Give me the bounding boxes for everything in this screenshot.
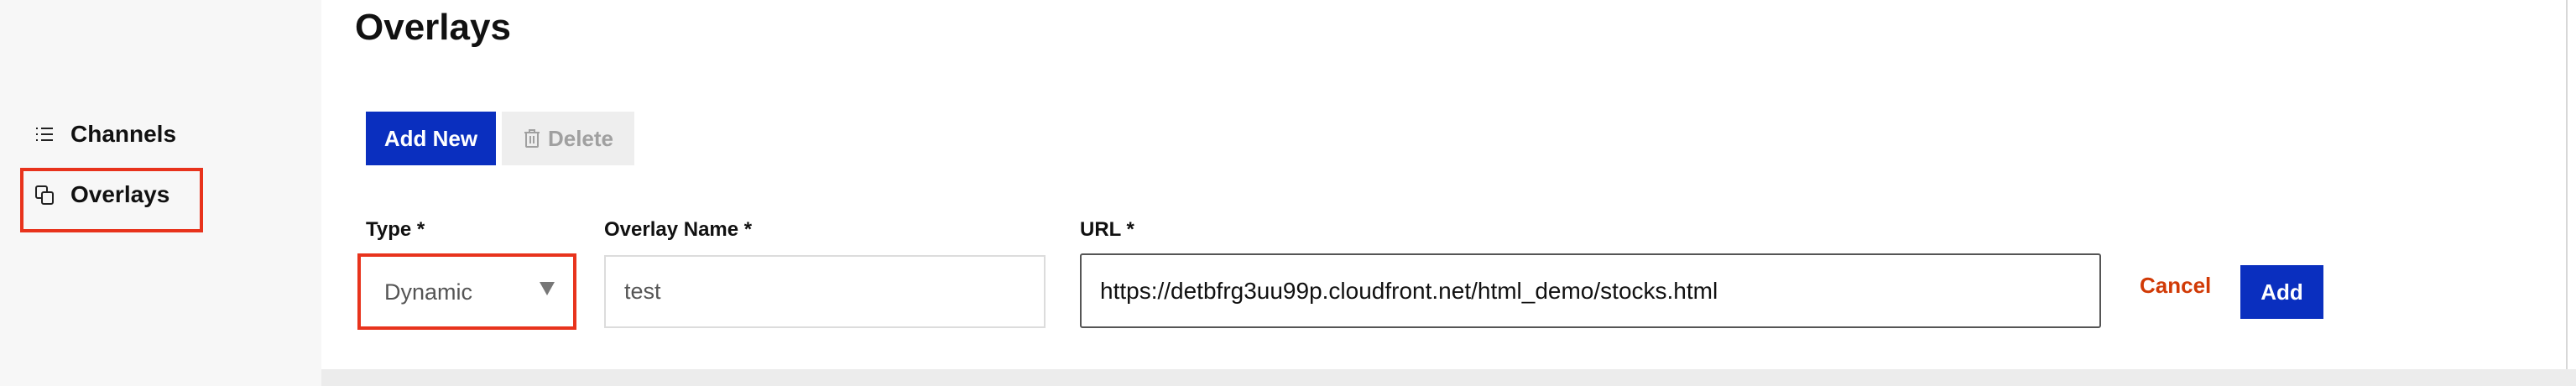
overlay-name-value: test (624, 279, 661, 304)
add-new-button[interactable]: Add New (366, 112, 496, 165)
sidebar: Channels Overlays (0, 0, 321, 386)
url-input[interactable]: https://detbfrg3uu99p.cloudfront.net/htm… (1080, 253, 2101, 328)
type-label: Type * (366, 218, 425, 241)
url-label: URL * (1080, 218, 1134, 241)
scrollbar[interactable] (2566, 0, 2576, 369)
footer-strip (321, 369, 2576, 386)
highlight-box (357, 253, 576, 330)
add-button[interactable]: Add (2240, 265, 2323, 319)
delete-label: Delete (547, 125, 614, 151)
list-icon (34, 123, 55, 145)
highlight-box (20, 168, 203, 232)
main-panel: Overlays Add New Delete Type * Overlay N… (321, 0, 2576, 369)
page-title: Overlays (355, 7, 511, 48)
delete-button[interactable]: Delete (502, 112, 634, 165)
overlay-name-input[interactable]: test (604, 255, 1046, 328)
sidebar-item-label: Channels (70, 121, 177, 147)
trash-icon (523, 128, 541, 149)
overlay-name-label: Overlay Name * (604, 218, 753, 241)
sidebar-item-channels[interactable]: Channels (34, 121, 176, 148)
url-value: https://detbfrg3uu99p.cloudfront.net/htm… (1100, 277, 1718, 304)
cancel-button[interactable]: Cancel (2140, 273, 2211, 299)
